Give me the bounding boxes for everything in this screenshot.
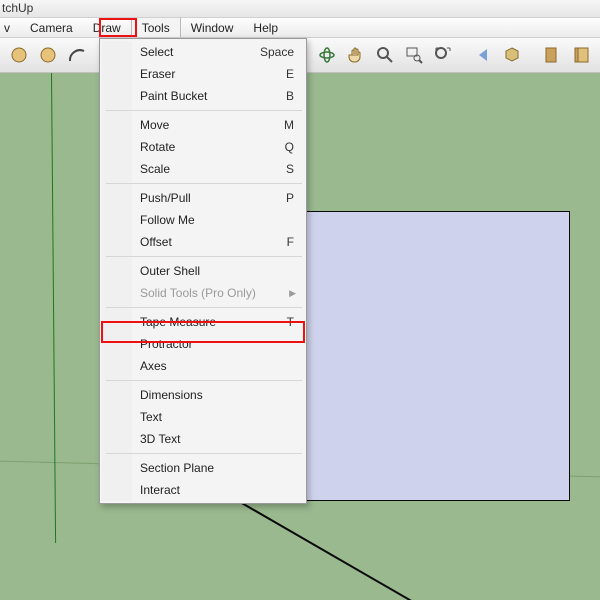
app-title-fragment: tchUp	[2, 1, 33, 15]
menu-item-section-plane[interactable]: Section Plane	[132, 457, 304, 479]
prev-view-tool-icon[interactable]	[469, 41, 497, 69]
texture-a-icon[interactable]	[538, 41, 566, 69]
zoom-extents-tool-icon[interactable]	[429, 41, 457, 69]
menu-item-select[interactable]: SelectSpace	[132, 41, 304, 63]
circle-tool-a-icon[interactable]	[5, 41, 33, 69]
circle-tool-b-icon[interactable]	[34, 41, 62, 69]
menu-item-outer-shell[interactable]: Outer Shell	[132, 260, 304, 282]
menu-item-offset[interactable]: OffsetF	[132, 231, 304, 253]
zoom-tool-icon[interactable]	[371, 41, 399, 69]
menu-bar: v Camera Draw Tools Window Help	[0, 18, 600, 38]
menu-item-scale[interactable]: ScaleS	[132, 158, 304, 180]
menu-draw[interactable]: Draw	[83, 18, 131, 37]
zoom-window-tool-icon[interactable]	[400, 41, 428, 69]
iso-view-tool-icon[interactable]	[498, 41, 526, 69]
menu-item-follow-me[interactable]: Follow Me	[132, 209, 304, 231]
menu-item-solid-tools: Solid Tools (Pro Only)▶	[132, 282, 304, 304]
menu-item-move[interactable]: MoveM	[132, 114, 304, 136]
menu-view-partial[interactable]: v	[0, 18, 20, 37]
menu-item-3d-text[interactable]: 3D Text	[132, 428, 304, 450]
menu-item-interact[interactable]: Interact	[132, 479, 304, 501]
menu-item-eraser[interactable]: EraserE	[132, 63, 304, 85]
menu-tools[interactable]: Tools	[131, 18, 181, 37]
separator	[106, 110, 302, 111]
menu-item-rotate[interactable]: RotateQ	[132, 136, 304, 158]
menu-item-paint-bucket[interactable]: Paint BucketB	[132, 85, 304, 107]
menu-item-axes[interactable]: Axes	[132, 355, 304, 377]
menu-item-pushpull[interactable]: Push/PullP	[132, 187, 304, 209]
tools-dropdown: SelectSpace EraserE Paint BucketB MoveM …	[99, 38, 307, 504]
menu-item-dimensions[interactable]: Dimensions	[132, 384, 304, 406]
separator	[106, 307, 302, 308]
menu-item-tape-measure[interactable]: Tape MeasureT	[132, 311, 304, 333]
arc-tool-icon[interactable]	[63, 41, 91, 69]
menu-help[interactable]: Help	[243, 18, 288, 37]
green-axis	[51, 73, 56, 543]
separator	[106, 380, 302, 381]
texture-b-icon[interactable]	[567, 41, 595, 69]
menu-item-text[interactable]: Text	[132, 406, 304, 428]
submenu-arrow-icon: ▶	[289, 288, 296, 299]
menu-window[interactable]: Window	[181, 18, 244, 37]
pan-tool-icon[interactable]	[342, 41, 370, 69]
separator	[106, 183, 302, 184]
window-title: tchUp	[0, 0, 600, 18]
edge-line	[240, 501, 449, 600]
separator	[106, 256, 302, 257]
globe-tool-icon[interactable]	[596, 41, 600, 69]
separator	[106, 453, 302, 454]
menu-item-protractor[interactable]: Protractor	[132, 333, 304, 355]
orbit-tool-icon[interactable]	[313, 41, 341, 69]
menu-camera[interactable]: Camera	[20, 18, 83, 37]
